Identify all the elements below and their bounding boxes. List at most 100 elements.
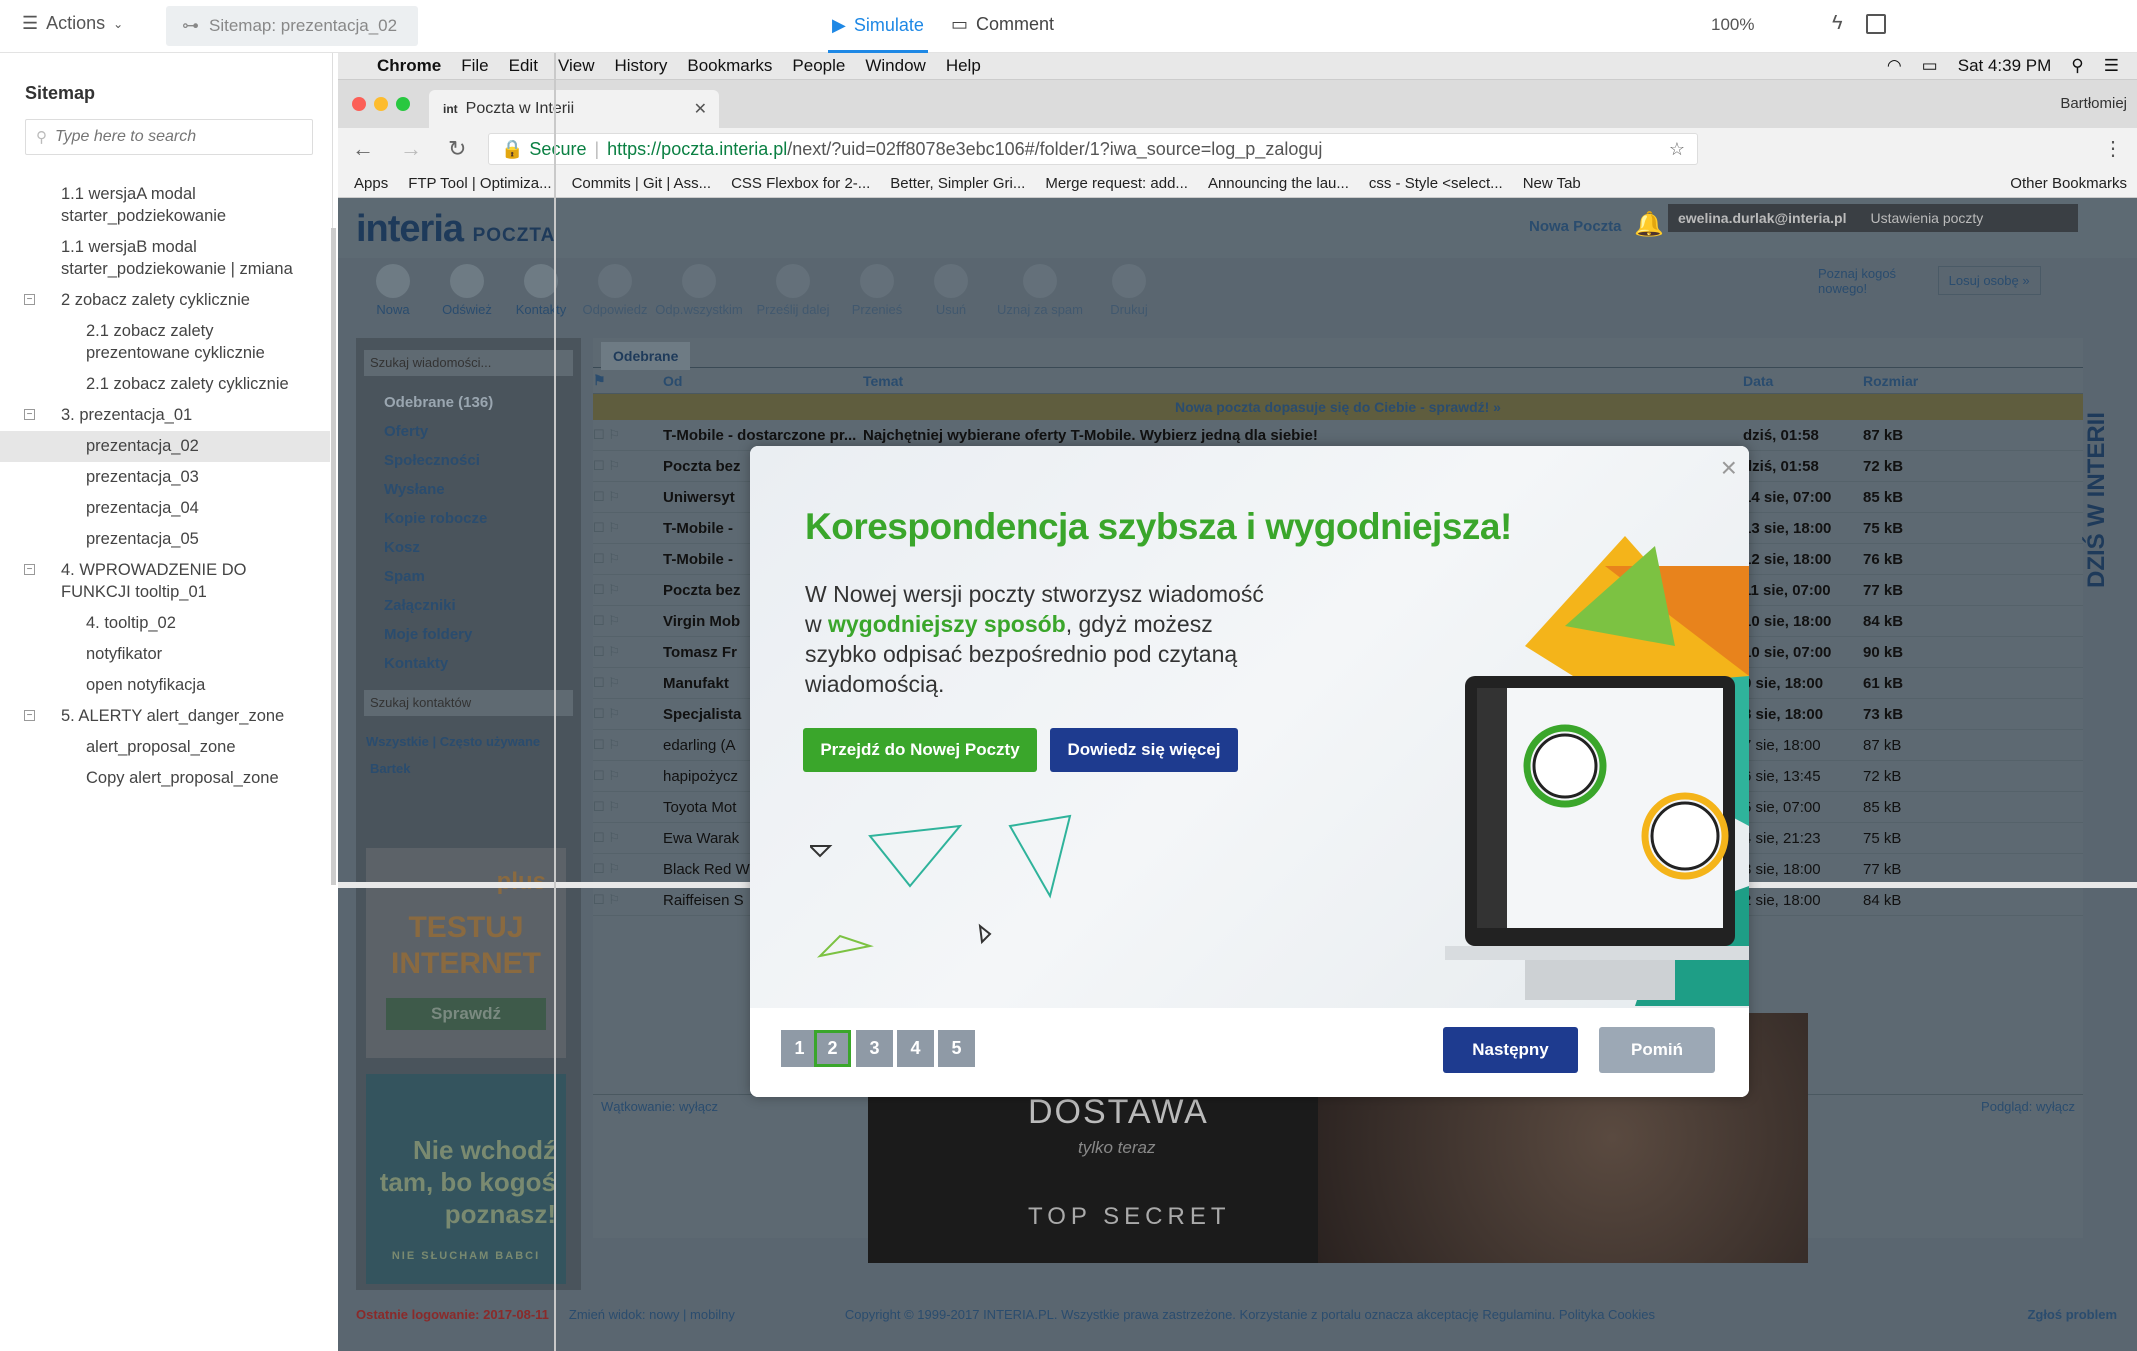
clock[interactable]: Sat 4:39 PM <box>1958 56 2052 76</box>
folder-item[interactable]: Kontakty <box>356 649 581 678</box>
collapse-icon[interactable]: − <box>24 294 35 305</box>
wifi-icon[interactable]: ◠ <box>1887 56 1902 76</box>
preview-toggle[interactable]: Podgląd: wyłącz <box>1981 1099 2075 1114</box>
col-subject[interactable]: Temat <box>863 373 1743 389</box>
page-button-5[interactable]: 5 <box>938 1030 975 1067</box>
tab-odebrane[interactable]: Odebrane <box>601 342 691 370</box>
bookmark-apps[interactable]: Apps <box>354 175 388 192</box>
delete-button[interactable]: Usuń <box>914 258 988 326</box>
row-checkbox[interactable]: ☐ ⚐ <box>593 582 663 598</box>
bookmark-other[interactable]: Other Bookmarks <box>2010 175 2137 192</box>
bookmark-item[interactable]: Commits | Git | Ass... <box>572 175 711 192</box>
row-checkbox[interactable]: ☐ ⚐ <box>593 489 663 505</box>
go-to-new-mail-button[interactable]: Przejdź do Nowej Poczty <box>803 728 1037 772</box>
tree-item[interactable]: 1.1 wersjaA modal starter_podziekowanie <box>0 179 330 232</box>
mail-search-input[interactable]: Szukaj wiadomości... <box>364 350 573 376</box>
bookmark-item[interactable]: FTP Tool | Optimiza... <box>408 175 551 192</box>
vertical-ad[interactable]: DZIŚ W INTERII <box>2083 288 2123 588</box>
threading-toggle[interactable]: Wątkowanie: wyłącz <box>601 1099 718 1114</box>
star-icon[interactable]: ☆ <box>1669 139 1685 160</box>
contacts-button[interactable]: Kontakty <box>504 258 578 326</box>
tree-item[interactable]: − 3. prezentacja_01 <box>0 400 330 431</box>
menu-history[interactable]: History <box>614 56 667 76</box>
folder-item[interactable]: Oferty <box>356 417 581 446</box>
contact-item[interactable]: Bartek <box>356 755 581 782</box>
reload-icon[interactable]: ↻ <box>448 136 466 162</box>
menu-bookmarks[interactable]: Bookmarks <box>687 56 772 76</box>
row-checkbox[interactable]: ☐ ⚐ <box>593 768 663 784</box>
promo-button[interactable]: Losuj osobę » <box>1937 266 2041 295</box>
contacts-search-input[interactable]: Szukaj kontaktów <box>364 690 573 716</box>
collapse-icon[interactable]: − <box>24 710 35 721</box>
tree-item[interactable]: prezentacja_04 <box>0 493 330 524</box>
close-tab-icon[interactable]: ✕ <box>694 99 707 119</box>
view-switch[interactable]: Zmień widok: nowy | mobilny <box>569 1307 735 1322</box>
row-checkbox[interactable]: ☐ ⚐ <box>593 830 663 846</box>
folder-item[interactable]: Moje foldery <box>356 620 581 649</box>
menu-people[interactable]: People <box>792 56 845 76</box>
nowa-poczta-link[interactable]: Nowa Poczta <box>1529 218 1622 235</box>
tree-item[interactable]: 2.1 zobacz zalety prezentowane cykliczni… <box>0 316 330 369</box>
tree-item[interactable]: notyfikator <box>0 639 330 670</box>
learn-more-button[interactable]: Dowiedz się więcej <box>1050 728 1238 772</box>
actions-menu[interactable]: ☰ Actions ⌄ <box>22 13 123 34</box>
sitemap-tab[interactable]: ⊶ Sitemap: prezentacja_02 <box>166 6 418 46</box>
ad-button[interactable]: Sprawdź <box>386 998 546 1030</box>
tree-item[interactable]: prezentacja_05 <box>0 524 330 555</box>
spam-button[interactable]: Uznaj za spam <box>988 258 1092 326</box>
folder-item[interactable]: Kosz <box>356 533 581 562</box>
tree-item[interactable]: 4. tooltip_02 <box>0 608 330 639</box>
simulate-tab[interactable]: ▶ Simulate <box>828 0 928 53</box>
settings-link[interactable]: Ustawienia poczty <box>1870 210 1983 226</box>
move-button[interactable]: Przenieś <box>840 258 914 326</box>
maximize-window-icon[interactable] <box>396 97 410 111</box>
comment-tab[interactable]: ▭ Comment <box>951 14 1054 35</box>
folder-item[interactable]: Załączniki <box>356 591 581 620</box>
user-account[interactable]: ewelina.durlak@interia.pl Ustawienia poc… <box>1668 204 2078 232</box>
menu-view[interactable]: View <box>558 56 595 76</box>
profile-name[interactable]: Bartłomiej <box>2060 95 2127 112</box>
bookmark-item[interactable]: css - Style <select... <box>1369 175 1503 192</box>
folder-item[interactable]: Kopie robocze <box>356 504 581 533</box>
fullscreen-icon[interactable] <box>1866 14 1886 34</box>
col-size[interactable]: Rozmiar <box>1863 373 1943 389</box>
tree-item-selected[interactable]: prezentacja_02 <box>0 431 330 462</box>
sitemap-search-input[interactable] <box>55 128 295 146</box>
collapse-icon[interactable]: − <box>24 409 35 420</box>
folder-item[interactable]: Odebrane (136) <box>356 388 581 417</box>
col-date[interactable]: Data <box>1743 373 1863 389</box>
row-checkbox[interactable]: ☐ ⚐ <box>593 427 663 443</box>
row-checkbox[interactable]: ☐ ⚐ <box>593 520 663 536</box>
spotlight-icon[interactable]: ⚲ <box>2071 56 2083 76</box>
contacts-filter[interactable]: Wszystkie | Często używane <box>356 728 581 755</box>
page-button-2[interactable]: 2 <box>814 1030 851 1067</box>
bookmark-item[interactable]: CSS Flexbox for 2-... <box>731 175 870 192</box>
list-icon[interactable]: ☰ <box>2104 56 2119 76</box>
row-checkbox[interactable]: ☐ ⚐ <box>593 551 663 567</box>
back-icon[interactable]: ← <box>352 136 374 162</box>
folder-item[interactable]: Wysłane <box>356 475 581 504</box>
bell-icon[interactable]: 🔔 <box>1634 210 1664 239</box>
bookmark-item[interactable]: Merge request: add... <box>1045 175 1188 192</box>
menu-edit[interactable]: Edit <box>509 56 538 76</box>
minimize-window-icon[interactable] <box>374 97 388 111</box>
zoom-level[interactable]: 100% <box>1711 15 1754 35</box>
col-from[interactable]: Od <box>663 373 863 389</box>
flag-icon[interactable]: ⚑ <box>593 372 663 389</box>
row-checkbox[interactable]: ☐ ⚐ <box>593 799 663 815</box>
refresh-button[interactable]: Odśwież <box>430 258 504 326</box>
menu-window[interactable]: Window <box>865 56 925 76</box>
tree-item[interactable]: − 2 zobacz zalety cyklicznie <box>0 285 330 316</box>
page-button-1[interactable]: 1 <box>781 1030 818 1067</box>
new-mail-notice[interactable]: Nowa poczta dopasuje się do Ciebie - spr… <box>593 394 2083 420</box>
bookmark-item[interactable]: Better, Simpler Gri... <box>890 175 1025 192</box>
tree-item[interactable]: Copy alert_proposal_zone <box>0 763 330 794</box>
menu-help[interactable]: Help <box>946 56 981 76</box>
plus-ad[interactable]: plus TESTUJ INTERNET Sprawdź <box>366 848 566 1058</box>
row-checkbox[interactable]: ☐ ⚐ <box>593 737 663 753</box>
next-button[interactable]: Następny <box>1443 1027 1578 1073</box>
row-checkbox[interactable]: ☐ ⚐ <box>593 861 663 877</box>
close-icon[interactable]: × <box>1721 452 1737 484</box>
row-checkbox[interactable]: ☐ ⚐ <box>593 675 663 691</box>
folder-item[interactable]: Społeczności <box>356 446 581 475</box>
